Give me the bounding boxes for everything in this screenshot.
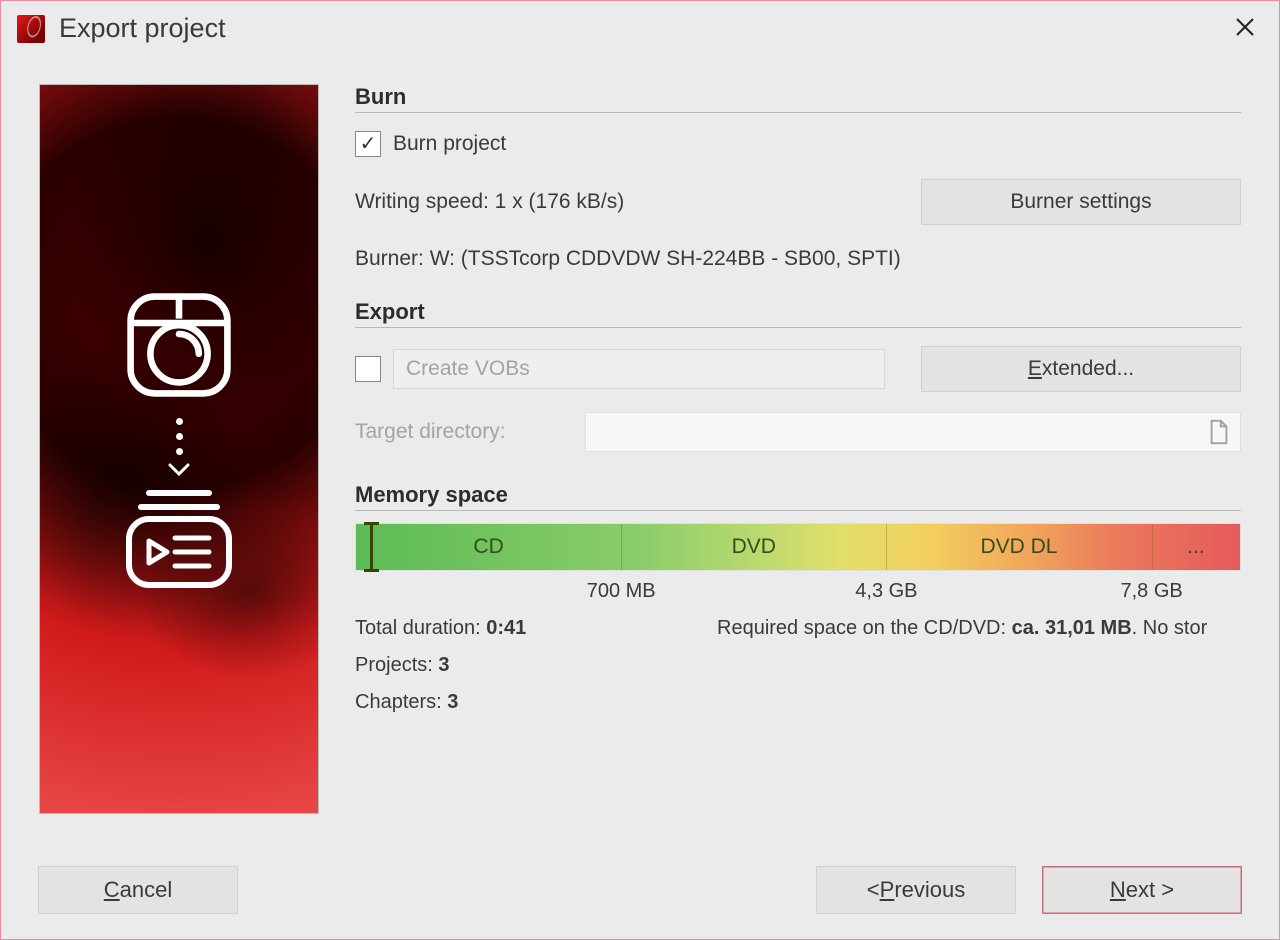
playlist-icon [119, 485, 239, 595]
zone-over: ... [1152, 524, 1240, 570]
create-vobs-checkbox [355, 356, 381, 382]
memory-bar: CD DVD DVD DL ... 700 MB 4,3 GB 7,8 GB [355, 523, 1241, 571]
flow-dots-icon [168, 418, 190, 477]
close-icon[interactable] [1229, 13, 1261, 45]
required-space: Required space on the CD/DVD: ca. 31,01 … [717, 617, 1207, 640]
burner-info: Burner: W: (TSSTcorp CDDVDW SH-224BB - S… [355, 247, 1241, 271]
tick-cd: 700 MB [587, 580, 656, 603]
target-directory-input [585, 412, 1241, 452]
target-directory-label: Target directory: [355, 420, 573, 444]
burn-project-label: Burn project [393, 132, 506, 156]
zone-dvddl: DVD DL [886, 524, 1151, 570]
total-duration: Total duration: 0:41 [355, 617, 705, 640]
burn-project-checkbox[interactable] [355, 131, 381, 157]
zone-dvd: DVD [621, 524, 886, 570]
titlebar: Export project [1, 1, 1279, 56]
memory-heading: Memory space [355, 482, 1241, 508]
divider [355, 327, 1241, 328]
zone-cd: CD [356, 524, 621, 570]
app-icon [17, 15, 45, 43]
divider [355, 510, 1241, 511]
wizard-illustration [39, 84, 319, 814]
footer-buttons: Cancel < Previous Next > [38, 866, 1242, 914]
disc-icon [124, 290, 234, 400]
previous-button[interactable]: < Previous [816, 866, 1016, 914]
cancel-button[interactable]: Cancel [38, 866, 238, 914]
browse-folder-icon [1208, 419, 1230, 445]
projects-count: Projects: 3 [355, 654, 1241, 677]
export-heading: Export [355, 299, 1241, 325]
writing-speed-text: Writing speed: 1 x (176 kB/s) [355, 190, 909, 214]
extended-button[interactable]: Extended... [921, 346, 1241, 392]
chapters-count: Chapters: 3 [355, 691, 1241, 714]
window-title: Export project [59, 13, 226, 44]
tick-dvd: 4,3 GB [855, 580, 917, 603]
burner-settings-button[interactable]: Burner settings [921, 179, 1241, 225]
create-vobs-select: Create VOBs [393, 349, 885, 389]
divider [355, 112, 1241, 113]
burn-heading: Burn [355, 84, 1241, 110]
next-button[interactable]: Next > [1042, 866, 1242, 914]
tick-dvddl: 7,8 GB [1120, 580, 1182, 603]
